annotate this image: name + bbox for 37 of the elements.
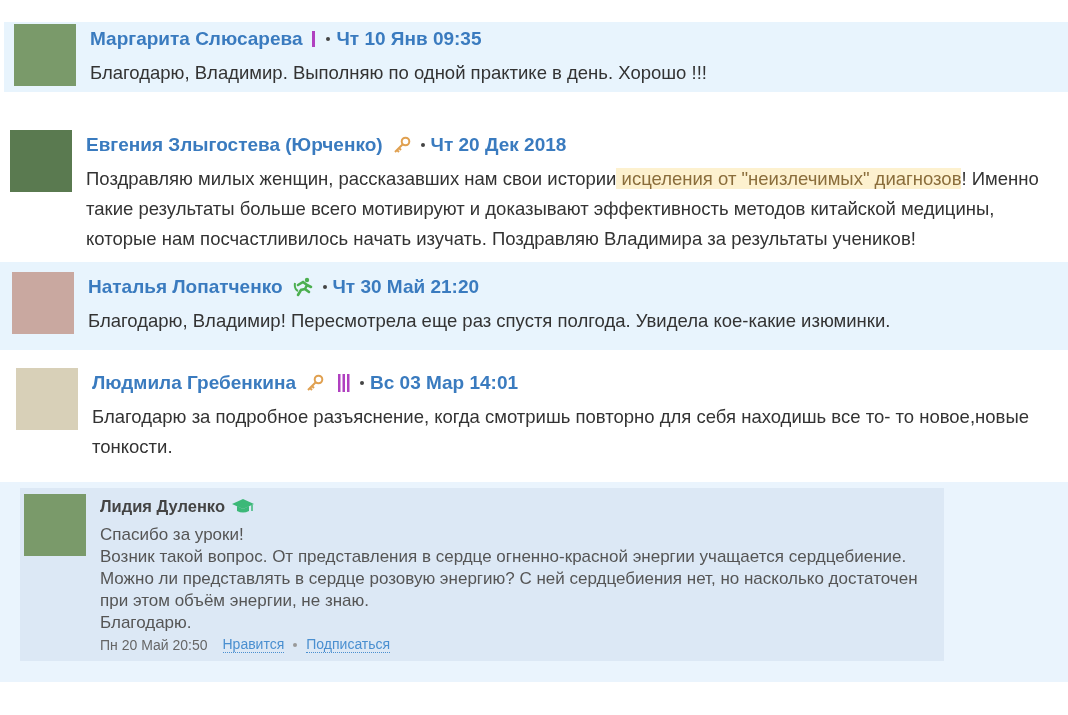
- author-name[interactable]: Маргарита Слюсарева: [90, 28, 303, 50]
- comment-text: при этом объём энергии, не знаю.: [100, 590, 371, 612]
- vertical-bar-icon: [312, 31, 317, 47]
- comment-date[interactable]: Чт 10 Янв 09:35: [336, 28, 482, 50]
- graduation-cap-icon: [231, 498, 255, 514]
- bullet-icon: [360, 381, 364, 385]
- comment-text: Можно ли представлять в сердце розовую энергию? С ней сердцебиения нет, но насколько достаточен: [100, 568, 919, 590]
- comment-text: Возник такой вопрос. От представления в сердце огненно-красной энергии учащается сердцебиение.: [100, 546, 908, 568]
- comment-text: Благодарю, Владимир. Выполняю по одной практике в день. Хорошо !!!: [90, 61, 708, 85]
- comment-date: Пн 20 Май 20:50: [100, 636, 208, 653]
- action-link[interactable]: Нравится: [222, 636, 285, 653]
- runner-icon: [292, 277, 313, 297]
- author-name[interactable]: Людмила Гребенкина: [92, 372, 296, 394]
- key-icon: [392, 136, 411, 154]
- comment-text: Спасибо за уроки!: [100, 524, 245, 546]
- comment-text: Поздравляю милых женщин, рассказавших нам свои истории исцеления от "неизлечимых" диагнозов! Именно такие результаты больше всего мотивируют и доказывают эффективность методов китайской медицины, которые нам посчастливилось начать изучать. Поздравляю Владимира за результаты учеников!: [86, 167, 1040, 251]
- avatar-photo-placeholder: [12, 272, 74, 334]
- bullet-icon: [322, 285, 327, 289]
- author-name[interactable]: Евгения Злыгостева (Юрченко): [86, 134, 383, 156]
- author-name[interactable]: Наталья Лопатченко: [88, 276, 283, 298]
- avatar-photo-placeholder: [14, 24, 76, 86]
- comment-date[interactable]: Вс 03 Мар 14:01: [370, 372, 519, 394]
- bullet-icon: [293, 642, 298, 647]
- comment-text: Благодарю, Владимир! Пересмотрела еще раз спустя полгода. Увидела кое-какие изюминки.: [88, 309, 892, 333]
- comment-date[interactable]: Чт 20 Дек 2018: [430, 134, 567, 156]
- comment-text: Благодарю.: [100, 612, 193, 634]
- comment-date[interactable]: Чт 30 Май 21:20: [332, 276, 480, 298]
- author-name[interactable]: Лидия Дуленко: [100, 496, 225, 516]
- key-icon: [306, 374, 324, 392]
- bars-icon: [338, 374, 350, 392]
- avatar-photo-placeholder: [24, 494, 86, 556]
- avatar-photo-placeholder: [16, 368, 78, 430]
- avatar-photo-placeholder: [10, 130, 72, 192]
- comment-text: Благодарю за подробное разъяснение, когда смотришь повторно для себя находишь все то- то новое,новые тонкости.: [92, 405, 1030, 459]
- bullet-icon: [326, 37, 331, 41]
- bullet-icon: [420, 143, 425, 147]
- action-link[interactable]: Подписаться: [306, 636, 391, 653]
